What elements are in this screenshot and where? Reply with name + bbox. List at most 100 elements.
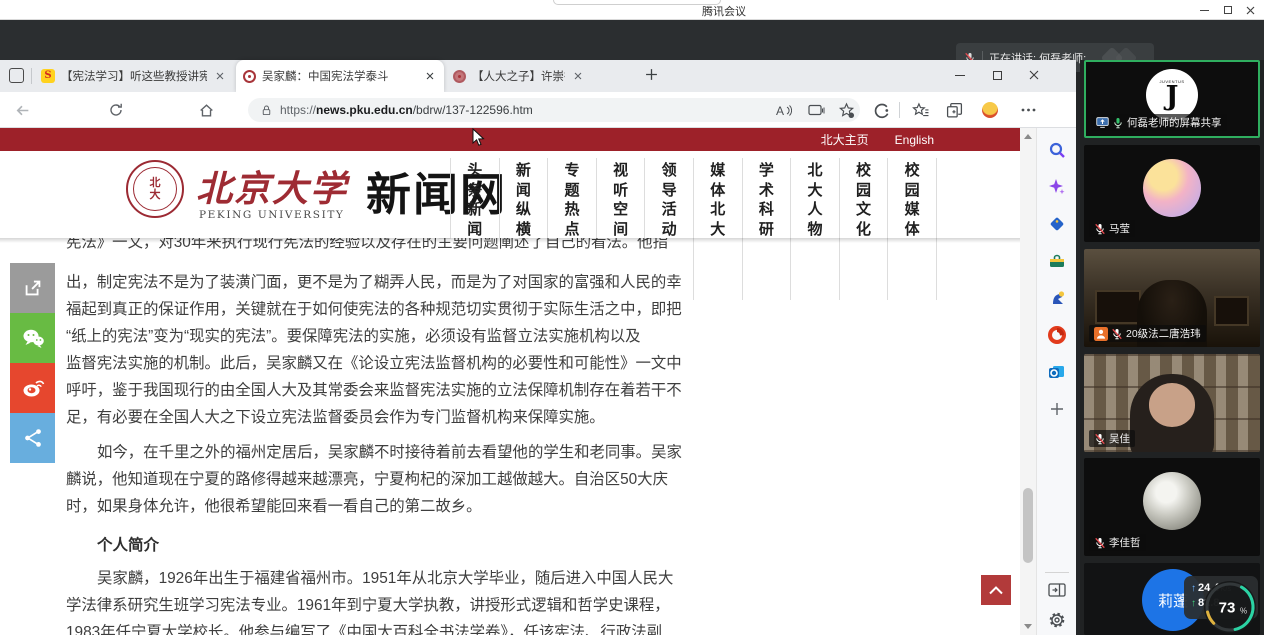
- more-menu-icon[interactable]: [1018, 100, 1038, 120]
- browser-tab-1[interactable]: S 【宪法学习】听这些教授讲宪法: [34, 60, 234, 92]
- outlook-icon[interactable]: [1047, 362, 1067, 382]
- participant-avatar: [1143, 159, 1201, 217]
- divider: [31, 68, 32, 84]
- article-paragraph-2: 如今，在千里之外的福州定居后，吴家麟不时接待着前去看望他的学生和老同事。吴家麟说…: [66, 439, 692, 520]
- article-line: 福起到真正的保证作用，关键就在于如何使宪法的各种规范切实贯彻于实际生活之中，即把: [66, 296, 692, 323]
- meeting-titlebar[interactable]: 腾讯会议: [0, 0, 1264, 20]
- back-button[interactable]: [12, 100, 32, 120]
- collections-icon[interactable]: [944, 100, 964, 120]
- shopping-icon[interactable]: [1047, 214, 1067, 234]
- share-forward-button[interactable]: [10, 263, 55, 313]
- favorites-icon[interactable]: [910, 100, 930, 120]
- meeting-close-button[interactable]: [1238, 0, 1262, 20]
- office-icon[interactable]: [1047, 325, 1067, 345]
- person-face: [1149, 383, 1195, 426]
- nav-item-6[interactable]: 媒体北大: [693, 158, 742, 300]
- article-subheading: 个人简介: [66, 532, 692, 559]
- article-line: 1983年任宁夏大学校长。他参与编写了《中国大百科全书法学卷》，任该宪法、行政法…: [66, 619, 692, 635]
- tools-icon[interactable]: [1047, 251, 1067, 271]
- participant-tile-2[interactable]: 马莹: [1084, 145, 1260, 242]
- tab3-favicon: [453, 70, 466, 83]
- tab-actions-menu-icon[interactable]: [9, 68, 24, 83]
- nav-item-8[interactable]: 北大人物: [790, 158, 839, 300]
- search-icon[interactable]: [1047, 140, 1067, 160]
- chevron-up-icon: [988, 585, 1004, 595]
- article-line: 学法律系研究生班学习宪法专业。1961年到宁夏大学执教，讲授形式逻辑和哲学史课程…: [66, 592, 692, 619]
- participant-tile-1[interactable]: JUVENTUSJ何磊老师的屏幕共享: [1084, 60, 1260, 138]
- participant-tile-4[interactable]: 吴佳: [1084, 354, 1260, 452]
- browser-tab-2-active[interactable]: 吴家麟：中国宪法学泰斗: [236, 60, 444, 92]
- scroll-down-arrow[interactable]: [1024, 624, 1032, 629]
- tab2-close-icon[interactable]: [423, 69, 437, 83]
- add-sidebar-icon[interactable]: [1047, 399, 1067, 419]
- browser-close-button[interactable]: [1016, 60, 1052, 90]
- browser-minimize-button[interactable]: [942, 60, 978, 90]
- header-shadow: [0, 238, 1020, 243]
- article-line: 时，如果身体允许，他很希望能回来看一看自己的第二故乡。: [66, 493, 692, 520]
- performance-gauge[interactable]: 73%: [1202, 579, 1258, 635]
- new-tab-button[interactable]: [645, 68, 661, 84]
- svg-text:A: A: [776, 104, 784, 118]
- meeting-restore-button[interactable]: [1216, 0, 1240, 20]
- url-text: https://news.pku.edu.cn/bdrw/137-122596.…: [280, 103, 533, 117]
- refresh-button[interactable]: [106, 100, 126, 120]
- mic-on-icon: [1112, 117, 1124, 129]
- extensions-icon[interactable]: [871, 100, 891, 120]
- meeting-minimize-button[interactable]: [1192, 0, 1216, 20]
- weibo-share-button[interactable]: [10, 363, 55, 413]
- tab-device-icon[interactable]: [806, 100, 826, 120]
- share-forward-icon: [22, 277, 44, 299]
- participant-tile-6[interactable]: 莉蓬↑24.4K/s↑82.8K/s73%: [1084, 563, 1260, 635]
- panel-toggle-icon[interactable]: [1047, 580, 1067, 600]
- browser-tab-3[interactable]: 【人大之子】许崇德：学而为宪: [446, 60, 592, 92]
- back-to-top-button[interactable]: [981, 575, 1011, 605]
- article-body: 宪法》一文，对30年来执行现行宪法的经验以及存在的主要问题阐述了自己的看法。他指…: [0, 238, 692, 635]
- tencent-meeting-window: 腾讯会议 正在讲话: 何磊老师; S 【宪法学习】听这些教授讲宪法: [0, 0, 1264, 635]
- article-line: 麟说，他知道现在宁夏的路修得越来越漂亮，宁夏枸杞的深加工越做越大。自治区50大庆: [66, 466, 692, 493]
- article-line: 足，有必要在全国人大之下设立宪法监督委员会作为专门监督机构来保障实施。: [66, 404, 692, 431]
- site-name-cn[interactable]: 北京大学: [196, 160, 348, 212]
- settings-gear-icon[interactable]: [1047, 610, 1067, 630]
- scroll-up-arrow[interactable]: [1024, 134, 1032, 139]
- browser-toolbar: https://news.pku.edu.cn/bdrw/137-122596.…: [0, 92, 1076, 128]
- read-aloud-icon[interactable]: A: [773, 100, 793, 120]
- article-line: “纸上的宪法”变为“现实的宪法”。要保障宪法的实施，必须设有监督立法实施机构以及: [66, 323, 692, 350]
- nav-item-7[interactable]: 学术科研: [742, 158, 791, 300]
- pku-logo[interactable]: 北大: [126, 160, 184, 218]
- participant-tile-3[interactable]: 20级法二唐浩玮: [1084, 249, 1260, 347]
- scrollbar-thumb[interactable]: [1023, 488, 1033, 563]
- svg-text:73: 73: [1219, 600, 1236, 617]
- participants-panel: JUVENTUSJ何磊老师的屏幕共享马莹 20级法二唐浩玮吴佳李佳哲莉蓬↑24.4…: [1080, 60, 1264, 635]
- screen-share-icon: [1096, 117, 1109, 128]
- participant-name: 何磊老师的屏幕共享: [1127, 115, 1222, 130]
- games-icon[interactable]: [1047, 288, 1067, 308]
- browser-maximize-button[interactable]: [979, 60, 1015, 90]
- participant-tile-5[interactable]: 李佳哲: [1084, 458, 1260, 556]
- tab1-favicon: S: [41, 69, 55, 83]
- tab3-close-icon[interactable]: [571, 69, 585, 83]
- favorite-add-icon[interactable]: [836, 100, 856, 120]
- pooh-extension-icon[interactable]: [980, 100, 1000, 120]
- copilot-icon[interactable]: [1047, 177, 1067, 197]
- more-share-button[interactable]: [10, 413, 55, 463]
- share-alt-icon: [22, 427, 44, 449]
- tab3-title: 【人大之子】许崇德：学而为宪: [472, 68, 565, 84]
- tab1-title: 【宪法学习】听这些教授讲宪法: [61, 68, 207, 84]
- edge-browser-window: S 【宪法学习】听这些教授讲宪法 吴家麟：中国宪法学泰斗 【人大之子】许崇德：学…: [0, 60, 1076, 635]
- participant-label: 20级法二唐浩玮: [1089, 325, 1206, 342]
- nav-item-10[interactable]: 校园媒体: [887, 158, 937, 300]
- mic-muted-icon: [1111, 328, 1123, 340]
- participant-label: 吴佳: [1089, 430, 1135, 447]
- wechat-share-button[interactable]: [10, 313, 55, 363]
- article-paragraph-3: 吴家麟，1926年出生于福建省福州市。1951年从北京大学毕业，随后进入中国人民…: [66, 565, 692, 635]
- pku-english-link[interactable]: English: [895, 133, 934, 147]
- participant-name: 李佳哲: [1109, 535, 1141, 550]
- address-bar[interactable]: https://news.pku.edu.cn/bdrw/137-122596.…: [248, 98, 860, 122]
- page-scrollbar[interactable]: [1020, 128, 1036, 635]
- nav-item-9[interactable]: 校园文化: [839, 158, 888, 300]
- pku-home-link[interactable]: 北大主页: [821, 131, 869, 148]
- home-button[interactable]: [196, 100, 216, 120]
- tab1-close-icon[interactable]: [213, 69, 227, 83]
- meeting-drag-handle[interactable]: [553, 0, 721, 5]
- lock-icon: [260, 104, 273, 117]
